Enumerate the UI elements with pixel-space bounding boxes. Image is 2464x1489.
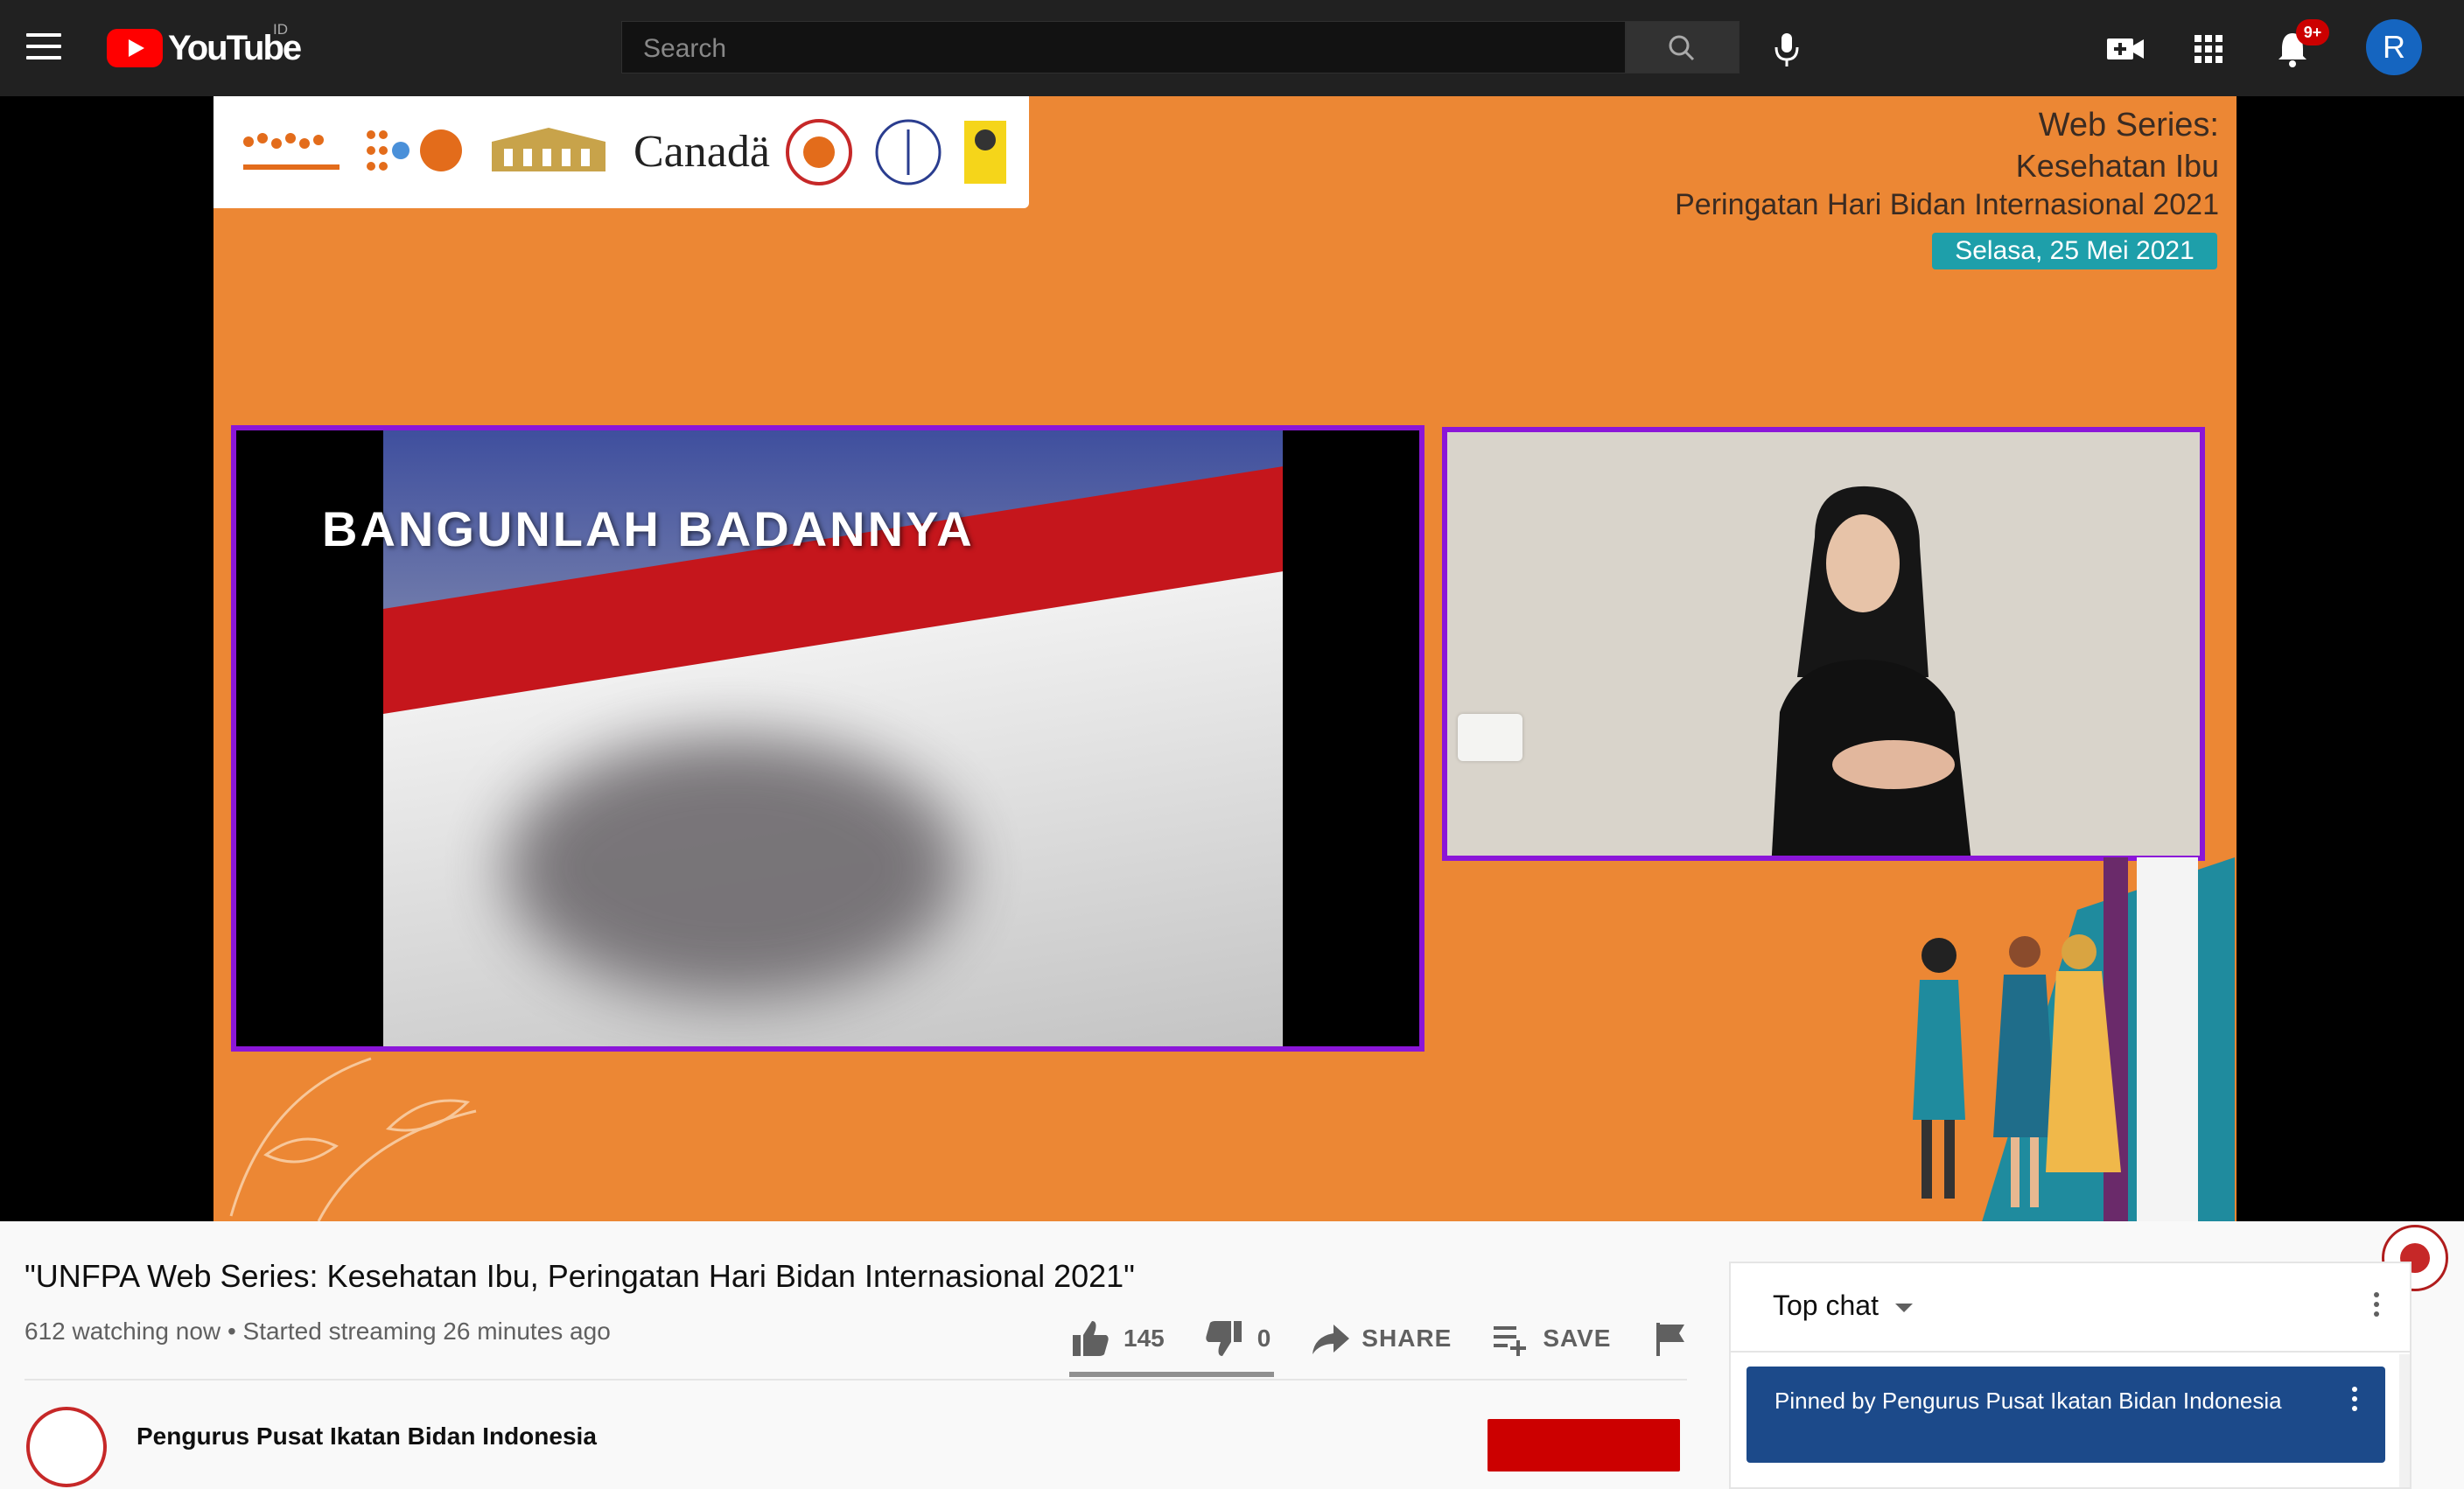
- chat-more-options-icon[interactable]: [2371, 1290, 2382, 1325]
- medical-seal-logo: [875, 119, 942, 185]
- meta-separator: •: [227, 1318, 243, 1345]
- thumbs-down-icon: [1206, 1321, 1242, 1356]
- university-logo: [964, 121, 1006, 184]
- create-video-button[interactable]: [2100, 24, 2149, 73]
- video-player[interactable]: Canadä Web Series: Kesehatan Ibu Peringa…: [0, 96, 2464, 1291]
- dislike-count: 0: [1256, 1325, 1271, 1352]
- account-avatar[interactable]: R: [2366, 19, 2422, 75]
- apps-grid-icon: [2194, 35, 2222, 63]
- canada-logo: Canadä: [634, 127, 770, 177]
- video-camera-plus-icon: [2107, 38, 2144, 59]
- search-placeholder: Search: [643, 34, 727, 63]
- playlist-add-icon: [1494, 1326, 1527, 1356]
- chat-scrollbar[interactable]: [2399, 1354, 2410, 1487]
- share-label: SHARE: [1362, 1325, 1452, 1352]
- top-bar: YouTube ID Search 9+ R: [0, 0, 2464, 96]
- kantor-staf-presiden-logo: [492, 128, 606, 171]
- save-button[interactable]: SAVE: [1490, 1318, 1611, 1360]
- search-button[interactable]: [1626, 21, 1740, 73]
- apps-button[interactable]: [2184, 24, 2233, 73]
- sponsor-logos-strip: Canadä: [214, 96, 1029, 208]
- video-frame[interactable]: Canadä Web Series: Kesehatan Ibu Peringa…: [214, 96, 2236, 1221]
- series-event: Peringatan Hari Bidan Internasional 2021: [1675, 188, 2219, 221]
- ibi-seal-logo: [786, 119, 852, 185]
- knowledge-hub-logo: [243, 133, 340, 170]
- chat-mode-selector[interactable]: Top chat: [1773, 1290, 1879, 1322]
- series-title: Web Series:: [2038, 107, 2219, 143]
- interpreter-figure: [1771, 486, 1971, 856]
- play-logo-icon: [107, 29, 163, 67]
- voice-search-button[interactable]: [1762, 24, 1811, 73]
- pinned-message-banner[interactable]: Pinned by Pengurus Pusat Ikatan Bidan In…: [1746, 1367, 2385, 1463]
- video-meta: 612 watching now • Started streaming 26 …: [24, 1318, 611, 1346]
- leaf-decoration: [229, 1057, 477, 1221]
- notification-badge: 9+: [2296, 19, 2329, 45]
- pinned-message-text: Pinned by Pengurus Pusat Ikatan Bidan In…: [1774, 1388, 2282, 1414]
- chevron-down-icon[interactable]: [1895, 1304, 1913, 1312]
- song-caption: BANGUNLAH BADANNYA: [322, 501, 975, 556]
- live-chat-panel: Top chat Pinned by Pengurus Pusat Ikatan…: [1729, 1262, 2412, 1489]
- flag-icon: [1656, 1323, 1685, 1356]
- series-subtitle: Kesehatan Ibu: [2015, 148, 2219, 184]
- chat-divider: [1731, 1351, 2410, 1353]
- share-arrow-icon: [1312, 1325, 1350, 1354]
- watching-count: 612 watching now: [24, 1318, 221, 1345]
- region-code: ID: [273, 21, 288, 38]
- channel-name[interactable]: Pengurus Pusat Ikatan Bidan Indonesia: [136, 1423, 597, 1451]
- like-count: 145: [1124, 1325, 1165, 1352]
- search-icon: [1669, 35, 1695, 61]
- date-badge: Selasa, 25 Mei 2021: [1932, 233, 2217, 269]
- thumbs-up-icon: [1073, 1321, 1109, 1356]
- webseries-title-block: Web Series: Kesehatan Ibu Peringatan Har…: [1675, 107, 2219, 222]
- sentiment-bar-fill: [1069, 1372, 1274, 1377]
- divider: [24, 1379, 1687, 1381]
- like-button[interactable]: 145: [1069, 1318, 1165, 1360]
- unfpa-logo: [367, 129, 462, 171]
- midwives-illustration: [1913, 857, 2235, 1221]
- wall-outlet: [1458, 714, 1522, 761]
- youtube-logo[interactable]: YouTube: [107, 28, 302, 68]
- sentiment-bar: [1069, 1372, 1274, 1377]
- flag-video-panel: BANGUNLAH BADANNYA: [231, 425, 1424, 1052]
- dislike-button[interactable]: 0: [1203, 1318, 1271, 1360]
- save-label: SAVE: [1543, 1325, 1612, 1352]
- report-button[interactable]: [1649, 1318, 1691, 1360]
- stream-started: Started streaming 26 minutes ago: [242, 1318, 611, 1345]
- subscribe-button[interactable]: [1488, 1419, 1680, 1472]
- sign-language-interpreter-panel: [1442, 427, 2205, 861]
- pinned-more-options-icon[interactable]: [2348, 1384, 2361, 1419]
- search-input[interactable]: Search: [621, 21, 1626, 73]
- video-title: "UNFPA Web Series: Kesehatan Ibu, Pering…: [24, 1258, 1135, 1294]
- video-actions: 145 0 SHARE SAVE: [1069, 1312, 1730, 1365]
- share-button[interactable]: SHARE: [1309, 1318, 1452, 1360]
- channel-avatar[interactable]: [26, 1407, 107, 1487]
- menu-icon[interactable]: [26, 33, 61, 63]
- microphone-icon: [1774, 33, 1799, 66]
